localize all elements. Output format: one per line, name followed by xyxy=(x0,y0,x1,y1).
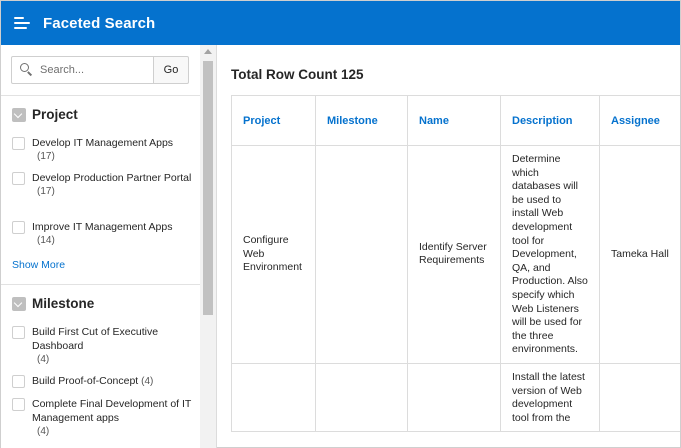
facet-search: Go xyxy=(11,56,189,84)
table-header-row: Project Milestone Name Description Assig… xyxy=(231,95,680,146)
facet-option-count: (4) xyxy=(37,426,50,437)
cell-assignee xyxy=(599,362,680,433)
column-header-name[interactable]: Name xyxy=(407,95,501,146)
cell-project xyxy=(231,362,316,433)
cell-milestone xyxy=(315,145,408,364)
go-button[interactable]: Go xyxy=(154,56,189,84)
facet-checkbox[interactable] xyxy=(12,375,25,388)
collapse-chevron-icon[interactable] xyxy=(12,107,26,122)
facet-option-label[interactable]: Improve IT Management Apps xyxy=(32,221,172,233)
facet-option-count: (17) xyxy=(37,151,55,162)
facet-title-project: Project xyxy=(32,107,78,122)
cell-name: Identify Server Requirements xyxy=(407,145,501,364)
app-title: Faceted Search xyxy=(43,14,156,32)
facet-option-label[interactable]: Build Proof-of-Concept xyxy=(32,375,138,387)
cell-milestone xyxy=(315,362,408,433)
cell-name xyxy=(407,362,501,433)
facet-checkbox[interactable] xyxy=(12,172,25,185)
results-table: Project Milestone Name Description Assig… xyxy=(231,95,680,433)
facet-checkbox[interactable] xyxy=(12,221,25,234)
cell-description: Determine which databases will be used t… xyxy=(500,145,600,364)
facet-option-label[interactable]: Develop IT Management Apps xyxy=(32,137,173,149)
search-box[interactable] xyxy=(11,56,154,84)
cell-description: Install the latest version of Web develo… xyxy=(500,362,600,433)
search-input[interactable] xyxy=(40,64,140,76)
facet-header-project: Project xyxy=(12,107,78,122)
facet-checkbox[interactable] xyxy=(12,137,25,150)
table-row: Install the latest version of Web develo… xyxy=(231,362,680,433)
facet-option-count: (4) xyxy=(37,354,50,365)
facet-checkbox[interactable] xyxy=(12,398,25,411)
scrollbar-thumb[interactable] xyxy=(203,61,213,315)
column-header-project[interactable]: Project xyxy=(231,95,316,146)
show-more-link[interactable]: Show More xyxy=(12,259,65,271)
facet-divider xyxy=(1,284,200,285)
facet-checkbox[interactable] xyxy=(12,326,25,339)
facet-divider xyxy=(1,95,200,96)
total-row-count: Total Row Count 125 xyxy=(231,67,364,82)
cell-assignee: Tameka Hall xyxy=(599,145,680,364)
facet-option-label[interactable]: Develop Production Partner Portal xyxy=(32,172,191,184)
sidebar-scrollbar[interactable] xyxy=(200,45,216,448)
cell-project: Configure Web Environment xyxy=(231,145,316,364)
app-header: Faceted Search xyxy=(1,1,680,45)
table-row: Configure Web Environment Identify Serve… xyxy=(231,145,680,364)
facet-option-count: (4) xyxy=(141,376,154,387)
scroll-up-arrow-icon[interactable] xyxy=(204,49,212,54)
hamburger-menu-icon[interactable] xyxy=(14,16,31,30)
facets-sidebar: Go Project Develop IT Management Apps (1… xyxy=(1,45,217,448)
column-header-description[interactable]: Description xyxy=(500,95,600,146)
facet-title-milestone: Milestone xyxy=(32,296,95,311)
collapse-chevron-icon[interactable] xyxy=(12,296,26,311)
facet-option-count: (17) xyxy=(37,186,55,197)
facet-option-label[interactable]: Build First Cut of Executive Dashboard xyxy=(32,326,158,352)
column-header-milestone[interactable]: Milestone xyxy=(315,95,408,146)
column-header-assignee[interactable]: Assignee xyxy=(599,95,680,146)
results-region: Total Row Count 125 Project Milestone Na… xyxy=(217,45,680,448)
facet-option-label[interactable]: Complete Final Development of IT Managem… xyxy=(32,398,191,424)
search-icon xyxy=(20,63,34,77)
facet-header-milestone: Milestone xyxy=(12,296,94,311)
facet-option-count: (14) xyxy=(37,235,55,246)
